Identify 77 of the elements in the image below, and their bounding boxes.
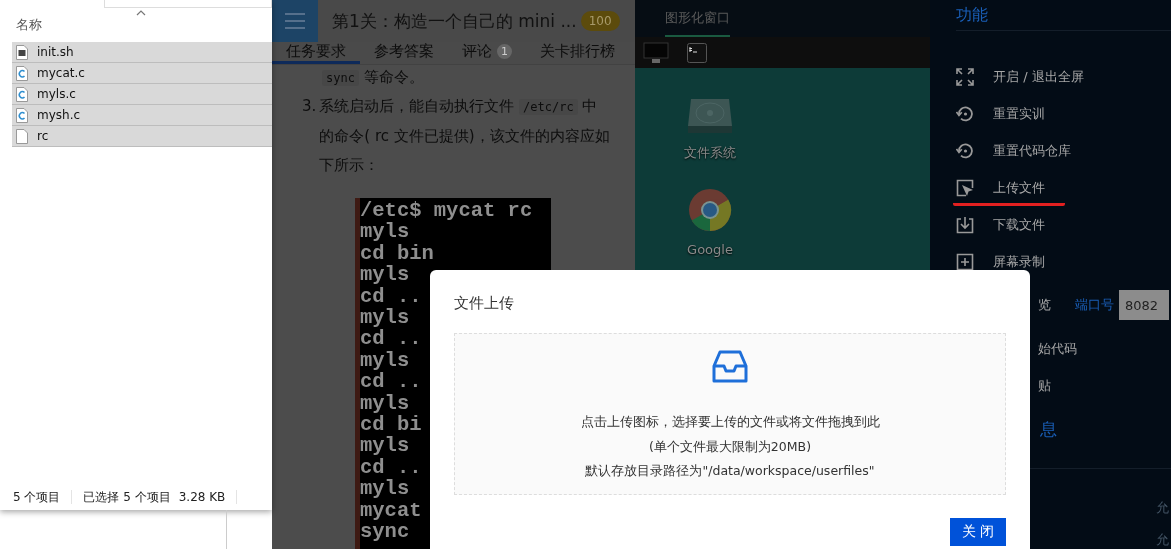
- c-file-icon: [16, 86, 28, 102]
- file-name: rc: [37, 129, 49, 143]
- file-row[interactable]: rc: [12, 126, 272, 147]
- terminal-line: cd ..: [360, 371, 422, 393]
- terminal-line: cd bin: [360, 242, 434, 265]
- terminal-line: sync: [360, 521, 410, 543]
- file-name: mysh.c: [37, 108, 81, 122]
- c-file-icon: [16, 65, 28, 81]
- menu-button[interactable]: [272, 0, 318, 42]
- terminal-line: mycat: [360, 499, 422, 522]
- function-item[interactable]: 贴: [1038, 376, 1051, 395]
- upload-icon[interactable]: [956, 178, 974, 197]
- tab[interactable]: 评论 1: [448, 42, 526, 64]
- terminal-line: cd ..: [360, 285, 422, 308]
- item-count: 5 个项目: [13, 488, 61, 506]
- file-row[interactable]: init.sh: [12, 42, 272, 63]
- function-item[interactable]: 屏幕录制: [993, 252, 1045, 271]
- c-file-icon: [16, 107, 28, 123]
- selection-size: 3.28 KB: [178, 490, 226, 504]
- fullscreen-icon[interactable]: [956, 67, 974, 86]
- terminal-line: myls: [360, 221, 410, 243]
- terminal-line: myls: [360, 392, 410, 415]
- function-item[interactable]: 上传文件: [993, 178, 1045, 197]
- download-icon[interactable]: [956, 215, 974, 234]
- monitor-icon[interactable]: [643, 41, 669, 64]
- note-text: 允: [1156, 531, 1169, 549]
- function-item[interactable]: 重置代码仓库: [993, 141, 1071, 160]
- task-title: 第1关：构造一个自己的 mini ...: [332, 9, 577, 33]
- browser-icon[interactable]: [688, 188, 732, 232]
- desktop-icon-label: Google: [687, 242, 733, 257]
- terminal-line: myls: [360, 435, 410, 457]
- terminal-line: myls: [360, 478, 410, 500]
- file-name: mycat.c: [37, 66, 85, 80]
- terminal-line: myls: [360, 307, 410, 329]
- terminal-line: cd ..: [360, 456, 422, 479]
- column-header[interactable]: 名称: [16, 16, 42, 34]
- desktop-icon-label: 文件系统: [684, 144, 736, 162]
- upload-hint: 点击上传图标，选择要上传的文件或将文件拖拽到此: [580, 413, 880, 431]
- file-row[interactable]: myls.c: [12, 84, 272, 105]
- function-item[interactable]: 览: [1038, 296, 1051, 314]
- reset-icon[interactable]: [956, 104, 974, 123]
- record-icon[interactable]: [956, 252, 974, 271]
- file-row[interactable]: mysh.c: [12, 105, 272, 126]
- terminal-line: myls: [360, 349, 410, 372]
- reset-icon[interactable]: [956, 141, 974, 160]
- function-item[interactable]: 下载文件: [993, 215, 1045, 234]
- selection-count: 已选择 5 个项目: [83, 488, 171, 506]
- function-item[interactable]: 重置实训: [993, 104, 1045, 123]
- score-badge: 100: [580, 11, 620, 31]
- menu-icon: [284, 12, 306, 30]
- file-name: myls.c: [37, 87, 76, 101]
- port-input[interactable]: 8082: [1119, 290, 1169, 320]
- function-item[interactable]: 开启 / 退出全屏: [993, 67, 1084, 86]
- drop-zone[interactable]: 点击上传图标，选择要上传的文件或将文件拖拽到此 (单个文件最大限制为20MB) 默认存放目录路径为"/data/workspace/userfiles": [454, 333, 1006, 495]
- port-label: 端口号: [1075, 296, 1114, 314]
- function-item[interactable]: 始代码: [1038, 339, 1077, 358]
- list-number: 3.: [302, 96, 317, 117]
- script-file-icon: [16, 44, 28, 60]
- close-button[interactable]: 关 闭: [950, 518, 1006, 546]
- inbox-icon[interactable]: [712, 350, 748, 384]
- terminal-line: myls: [360, 264, 410, 286]
- terminal-line: cd ..: [360, 328, 422, 350]
- count-badge: 1: [497, 44, 512, 59]
- paragraph: 系统启动后，能自动执行文件 /etc/rc 中的命令( rc 文件已提供)，该文件的内容应如下所示：: [319, 96, 611, 176]
- sort-caret-icon: [136, 10, 146, 16]
- panel-title: 功能: [956, 0, 1171, 31]
- upload-hint: 默认存放目录路径为"/data/workspace/userfiles": [585, 462, 875, 480]
- note-text: 允: [1156, 499, 1169, 517]
- upload-hint: (单个文件最大限制为20MB): [649, 437, 811, 456]
- terminal-line: cd bi: [360, 414, 422, 436]
- terminal-icon[interactable]: [687, 42, 707, 63]
- terminal-line: /etc$ mycat rc: [360, 200, 533, 222]
- paragraph: sync 等命令。: [322, 67, 635, 88]
- dialog-title: 文件上传: [454, 293, 515, 314]
- file-icon: [16, 128, 28, 144]
- file-row[interactable]: mycat.c: [12, 63, 272, 84]
- file-name: init.sh: [37, 45, 74, 59]
